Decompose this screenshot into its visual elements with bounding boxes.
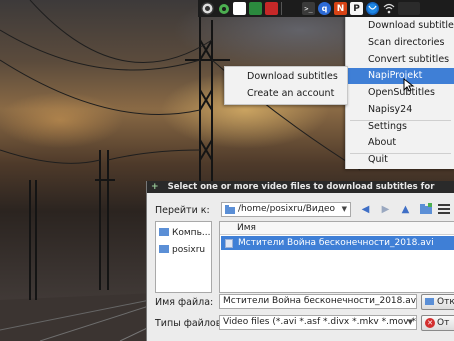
- menu-item-opensubtitles[interactable]: OpenSubtitles: [346, 85, 454, 101]
- monitor-icon[interactable]: [249, 2, 262, 15]
- computer-icon: [159, 228, 169, 236]
- cancel-icon: ✕: [425, 318, 435, 328]
- chevron-down-icon: ▼: [407, 318, 413, 326]
- color-square-icon[interactable]: [233, 2, 246, 15]
- file-list[interactable]: Имя Мстители Война бесконечности_2018.av…: [219, 221, 454, 293]
- chevron-down-icon: ▼: [341, 205, 347, 213]
- filename-input[interactable]: Мстители Война бесконечности_2018.avi: [219, 294, 417, 309]
- dialog-title: Select one or more video files to downlo…: [167, 182, 435, 192]
- p-glyph: P: [353, 3, 360, 14]
- places-sidebar: Компь... posixru: [155, 221, 212, 293]
- tray-context-menu: Download subtitles Scan directories Conv…: [345, 17, 454, 169]
- submenu-item-download-subtitles[interactable]: Download subtitles: [225, 69, 347, 85]
- menu-item-convert-subtitles[interactable]: Convert subtitles: [346, 52, 454, 68]
- napi-icon[interactable]: N: [334, 2, 347, 15]
- gear-icon[interactable]: [217, 2, 230, 15]
- wifi-icon[interactable]: [382, 2, 395, 15]
- p-icon[interactable]: P: [350, 2, 363, 15]
- look-in-path: /home/posixru/Видео: [238, 204, 336, 214]
- open-button[interactable]: Откр: [421, 294, 454, 310]
- terminal-icon[interactable]: >_: [302, 2, 315, 15]
- video-file-icon: [225, 239, 233, 248]
- menu-item-download-subtitles[interactable]: Download subtitles: [346, 18, 454, 34]
- napi-glyph: N: [336, 3, 345, 14]
- open-button-label: Откр: [437, 297, 454, 307]
- menu-item-about[interactable]: About: [346, 135, 454, 151]
- folder-icon: [225, 205, 235, 214]
- cancel-button-label: От: [437, 318, 450, 328]
- napiprojekt-submenu: Download subtitles Create an account: [224, 66, 348, 105]
- submenu-item-create-account[interactable]: Create an account: [225, 86, 347, 102]
- filetype-select[interactable]: Video files (*.avi *.asf *.divx *.mkv *.…: [219, 315, 417, 330]
- cancel-button[interactable]: ✕ От: [421, 315, 454, 331]
- menu-item-napiprojekt[interactable]: NapiProjekt: [346, 68, 454, 84]
- look-in-combo[interactable]: /home/posixru/Видео ▼: [221, 202, 351, 217]
- home-folder-icon: [159, 245, 169, 253]
- place-home[interactable]: posixru: [159, 242, 205, 258]
- tray-separator: [281, 2, 282, 15]
- qbittorrent-icon[interactable]: q: [318, 2, 331, 15]
- up-arrow-icon[interactable]: ▲: [399, 203, 412, 216]
- qbittorrent-glyph: q: [321, 4, 328, 13]
- column-header-name[interactable]: Имя: [220, 222, 454, 235]
- file-row[interactable]: Мстители Война бесконечности_2018.avi: [221, 236, 454, 250]
- file-open-dialog: + Select one or more video files to down…: [146, 181, 454, 341]
- dialog-titlebar[interactable]: + Select one or more video files to down…: [147, 181, 454, 193]
- open-folder-icon: [425, 298, 434, 305]
- list-view-icon[interactable]: [437, 203, 450, 216]
- place-computer-label: Компь...: [172, 228, 211, 238]
- mouse-cursor-icon: [403, 78, 415, 92]
- place-home-label: posixru: [172, 245, 206, 255]
- obs-icon[interactable]: [201, 2, 214, 15]
- column-name-label: Имя: [237, 223, 256, 233]
- filename-value: Мстители Война бесконечности_2018.avi: [223, 296, 417, 306]
- filename-label: Имя файла:: [155, 297, 214, 308]
- terminal-glyph: >_: [304, 4, 313, 13]
- window-plus-icon: +: [151, 182, 159, 192]
- file-name: Мстители Война бесконечности_2018.avi: [238, 238, 434, 248]
- filetype-label: Типы файлов:: [155, 318, 225, 329]
- firefox-icon[interactable]: [366, 2, 379, 15]
- menu-item-settings[interactable]: Settings: [346, 119, 454, 135]
- record-icon[interactable]: [265, 2, 278, 15]
- forward-arrow-icon[interactable]: ▶: [379, 203, 392, 216]
- menu-item-napisy24[interactable]: Napisy24: [346, 102, 454, 118]
- place-computer[interactable]: Компь...: [159, 225, 210, 241]
- blank-icon[interactable]: [398, 2, 420, 15]
- menu-item-scan-directories[interactable]: Scan directories: [346, 35, 454, 51]
- filetype-value: Video files (*.avi *.asf *.divx *.mkv *.…: [223, 317, 417, 327]
- system-tray: >_ q N P: [198, 0, 454, 17]
- look-in-label: Перейти к:: [155, 205, 210, 216]
- menu-item-quit[interactable]: Quit: [346, 152, 454, 168]
- back-arrow-icon[interactable]: ◀: [359, 203, 372, 216]
- new-folder-icon[interactable]: [419, 203, 432, 216]
